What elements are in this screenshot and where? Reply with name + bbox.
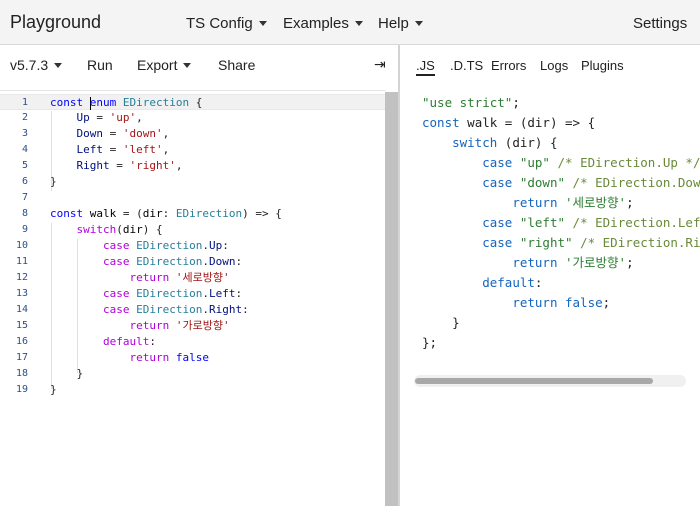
- code-line-18: 18 }: [0, 366, 385, 382]
- tab-dts[interactable]: .D.TS: [450, 58, 483, 73]
- line-number: 16: [15, 336, 28, 347]
- tab-js[interactable]: .JS: [416, 58, 435, 76]
- help-menu[interactable]: Help: [378, 15, 423, 32]
- line-number: 5: [21, 160, 28, 171]
- code-line-16: 16 default:: [0, 334, 385, 350]
- code-line-14: 14 case EDirection.Right:: [0, 302, 385, 318]
- version-label: v5.7.3: [10, 57, 49, 73]
- output-tabs: .JS .D.TS Errors Logs Plugins: [400, 45, 700, 85]
- line-number: 18: [15, 368, 28, 379]
- output-line: return false;: [512, 295, 611, 310]
- examples-label: Examples: [283, 15, 349, 32]
- code-line-8: 8 const walk = (dir: EDirection) => {: [0, 206, 385, 222]
- code-line-12: 12 return '세로방향': [0, 270, 385, 286]
- examples-menu[interactable]: Examples: [283, 15, 363, 32]
- chevron-down-icon: [183, 62, 192, 68]
- output-line: };: [422, 335, 438, 350]
- output-line: case "right" /* EDirection.Right */: [482, 235, 700, 250]
- output-line: case "up" /* EDirection.Up */: [482, 155, 700, 170]
- editor-toolbar: v5.7.3 Run Export Share ⇥: [0, 45, 398, 85]
- line-number: 13: [15, 288, 28, 299]
- line-number: 7: [21, 192, 28, 203]
- line-number: 12: [15, 272, 28, 283]
- output-line: case "left" /* EDirection.Left */: [482, 215, 700, 230]
- output-line: switch (dir) {: [452, 135, 558, 150]
- code-line-5: 5 Right = 'right',: [0, 158, 385, 174]
- output-line: return '세로방향';: [512, 195, 634, 210]
- brand-title[interactable]: Playground: [10, 12, 101, 33]
- line-number: 6: [21, 176, 28, 187]
- top-nav: Playground TS Config Examples Help Setti…: [0, 0, 700, 45]
- code-line-7: 7: [0, 190, 385, 206]
- code-line-9: 9 switch(dir) {: [0, 222, 385, 238]
- scrollbar-thumb[interactable]: [415, 378, 653, 384]
- output-line: }: [452, 315, 460, 330]
- output-line: "use strict";: [422, 95, 520, 110]
- tab-plugins[interactable]: Plugins: [581, 58, 624, 73]
- line-number: 11: [15, 256, 28, 267]
- code-line-11: 11 case EDirection.Down:: [0, 254, 385, 270]
- line-number: 4: [21, 144, 28, 155]
- chevron-down-icon: [54, 62, 63, 68]
- share-button[interactable]: Share: [218, 57, 255, 73]
- chevron-down-icon: [414, 20, 423, 26]
- ts-config-menu[interactable]: TS Config: [186, 15, 267, 32]
- version-select[interactable]: v5.7.3: [10, 57, 63, 73]
- code-line-13: 13 case EDirection.Left:: [0, 286, 385, 302]
- output-line: return '가로방향';: [512, 255, 634, 270]
- line-number: 9: [21, 224, 28, 235]
- chevron-down-icon: [354, 20, 363, 26]
- line-number: 15: [15, 320, 28, 331]
- code-line-1: 1 const enum EDirection {: [0, 94, 385, 110]
- line-number: 2: [21, 112, 28, 123]
- help-label: Help: [378, 15, 409, 32]
- chevron-down-icon: [258, 20, 267, 26]
- tab-errors[interactable]: Errors: [491, 58, 526, 73]
- line-number: 8: [21, 208, 28, 219]
- line-number: 19: [15, 384, 28, 395]
- tab-logs[interactable]: Logs: [540, 58, 568, 73]
- run-button[interactable]: Run: [87, 57, 113, 73]
- code-line-10: 10 case EDirection.Up:: [0, 238, 385, 254]
- line-number: 17: [15, 352, 28, 363]
- collapse-panel-icon[interactable]: ⇥: [374, 56, 386, 73]
- code-line-4: 4 Left = 'left',: [0, 142, 385, 158]
- code-line-15: 15 return '가로방향': [0, 318, 385, 334]
- code-line-19: 19}: [0, 382, 385, 398]
- line-number: 1: [21, 97, 28, 108]
- line-number: 10: [15, 240, 28, 251]
- export-menu[interactable]: Export: [137, 57, 192, 73]
- line-number: 3: [21, 128, 28, 139]
- export-label: Export: [137, 57, 178, 73]
- settings-link[interactable]: Settings: [633, 15, 687, 32]
- code-line-6: 6}: [0, 174, 385, 190]
- code-line-2: 2 Up = 'up',: [0, 110, 385, 126]
- output-line: case "down" /* EDirection.Down */: [482, 175, 700, 190]
- output-line: default:: [482, 275, 543, 290]
- code-line-17: 17 return false: [0, 350, 385, 366]
- code-editor[interactable]: 1 const enum EDirection { 2 Up = 'up', 3 …: [0, 90, 386, 506]
- output-line: const walk = (dir) => {: [422, 115, 596, 130]
- ts-config-label: TS Config: [186, 15, 253, 32]
- line-number: 14: [15, 304, 28, 315]
- code-line-3: 3 Down = 'down',: [0, 126, 385, 142]
- compiled-output[interactable]: "use strict"; const walk = (dir) => { sw…: [400, 85, 700, 506]
- output-horizontal-scrollbar[interactable]: [414, 375, 686, 387]
- editor-scrollbar[interactable]: [385, 92, 398, 506]
